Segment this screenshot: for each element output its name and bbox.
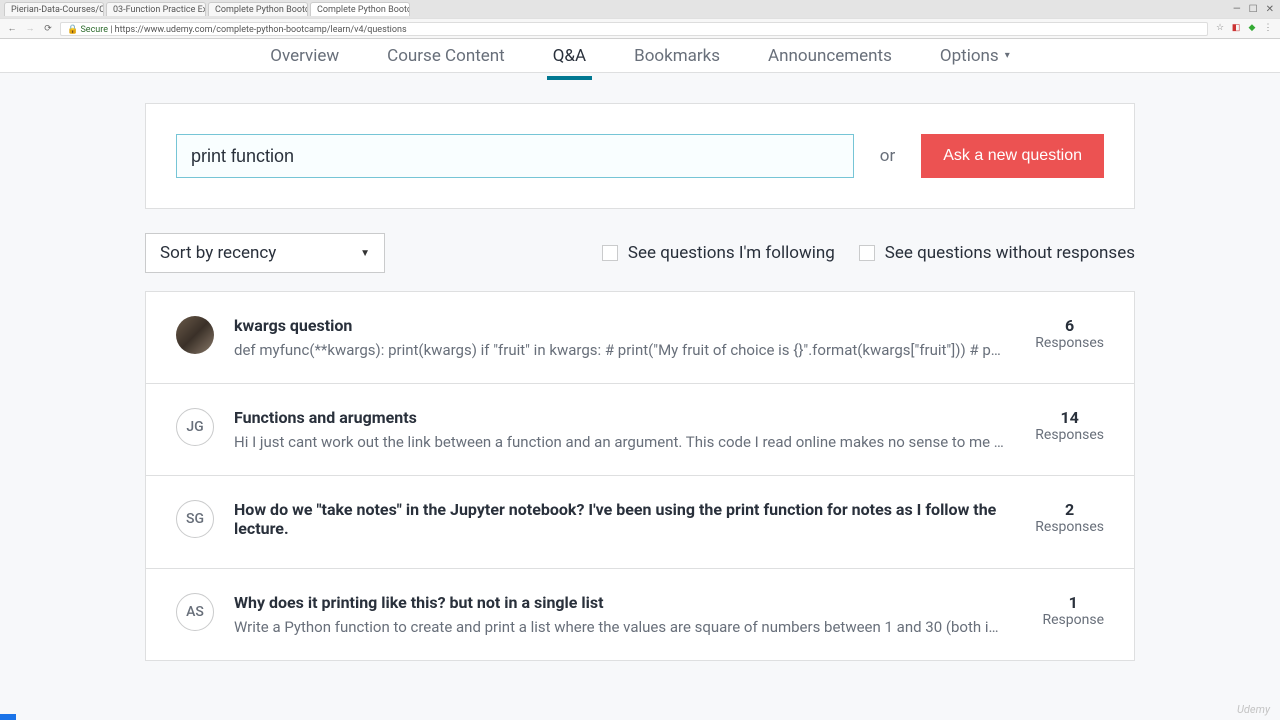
menu-icon[interactable]: ⋮ bbox=[1262, 23, 1274, 35]
avatar: JG bbox=[176, 408, 214, 446]
browser-tab[interactable]: Complete Python Bootc × bbox=[208, 2, 308, 16]
question-title: How do we "take notes" in the Jupyter no… bbox=[234, 500, 1015, 538]
nav-bookmarks[interactable]: Bookmarks bbox=[634, 46, 720, 66]
sort-label: Sort by recency bbox=[160, 243, 276, 263]
question-item[interactable]: SG How do we "take notes" in the Jupyter… bbox=[146, 476, 1134, 569]
avatar bbox=[176, 316, 214, 354]
forward-button[interactable]: → bbox=[24, 23, 36, 34]
question-item[interactable]: JG Functions and arugments Hi I just can… bbox=[146, 384, 1134, 476]
reload-button[interactable]: ⟳ bbox=[42, 24, 54, 34]
tab-label: Complete Python Bootc bbox=[215, 5, 308, 15]
browser-tab[interactable]: 03-Function Practice Ex × bbox=[106, 2, 206, 16]
nav-announcements[interactable]: Announcements bbox=[768, 46, 892, 66]
filters-row: Sort by recency ▼ See questions I'm foll… bbox=[145, 233, 1135, 273]
filter-no-responses-label: See questions without responses bbox=[885, 243, 1135, 263]
course-nav: Overview Course Content Q&A Bookmarks An… bbox=[0, 39, 1280, 73]
or-label: or bbox=[880, 146, 895, 166]
filter-following[interactable]: See questions I'm following bbox=[602, 243, 835, 263]
tab-label: Complete Python Bootc bbox=[317, 5, 410, 15]
extension-icon[interactable]: ◧ bbox=[1230, 23, 1242, 35]
question-item[interactable]: kwargs question def myfunc(**kwargs): pr… bbox=[146, 292, 1134, 384]
question-title: Why does it printing like this? but not … bbox=[234, 593, 1022, 612]
chevron-down-icon: ▼ bbox=[360, 248, 370, 259]
watermark: Udemy bbox=[1237, 703, 1270, 716]
extension-icon[interactable]: ◆ bbox=[1246, 23, 1258, 35]
nav-qa[interactable]: Q&A bbox=[553, 46, 586, 66]
tab-strip: Pierian-Data-Courses/C × 03-Function Pra… bbox=[0, 0, 1280, 18]
question-item[interactable]: AS Why does it printing like this? but n… bbox=[146, 569, 1134, 661]
star-icon[interactable]: ☆ bbox=[1214, 23, 1226, 35]
window-close-icon[interactable]: ✕ bbox=[1266, 4, 1274, 15]
browser-chrome: Pierian-Data-Courses/C × 03-Function Pra… bbox=[0, 0, 1280, 39]
checkbox-icon[interactable] bbox=[859, 245, 875, 261]
avatar: SG bbox=[176, 500, 214, 538]
checkbox-icon[interactable] bbox=[602, 245, 618, 261]
question-title: kwargs question bbox=[234, 316, 1015, 335]
url-proto: | https:// bbox=[110, 25, 144, 35]
nav-options[interactable]: Options ▾ bbox=[940, 46, 1010, 66]
search-card: or Ask a new question bbox=[145, 103, 1135, 209]
tab-label: Pierian-Data-Courses/C bbox=[11, 5, 104, 15]
response-count: 2 Responses bbox=[1035, 500, 1104, 535]
filter-no-responses[interactable]: See questions without responses bbox=[859, 243, 1135, 263]
question-title: Functions and arugments bbox=[234, 408, 1015, 427]
ask-question-button[interactable]: Ask a new question bbox=[921, 134, 1104, 178]
tab-label: 03-Function Practice Ex bbox=[113, 5, 206, 15]
question-search-input[interactable] bbox=[176, 134, 854, 178]
filter-following-label: See questions I'm following bbox=[628, 243, 835, 263]
question-snippet: Write a Python function to create and pr… bbox=[234, 618, 1004, 636]
question-list: kwargs question def myfunc(**kwargs): pr… bbox=[145, 291, 1135, 661]
browser-tab[interactable]: Pierian-Data-Courses/C × bbox=[4, 2, 104, 16]
nav-options-label: Options bbox=[940, 46, 999, 66]
chevron-down-icon: ▾ bbox=[1005, 50, 1010, 61]
window-minimize-icon[interactable]: — bbox=[1233, 4, 1241, 15]
response-count: 1 Response bbox=[1042, 593, 1104, 628]
response-count: 6 Responses bbox=[1035, 316, 1104, 351]
question-snippet: Hi I just cant work out the link between… bbox=[234, 433, 1004, 451]
back-button[interactable]: ← bbox=[6, 23, 18, 34]
response-count: 14 Responses bbox=[1035, 408, 1104, 443]
url-input[interactable]: 🔒 Secure | https://www.udemy.com/complet… bbox=[60, 22, 1208, 36]
nav-course-content[interactable]: Course Content bbox=[387, 46, 505, 66]
url-path: www.udemy.com/complete-python-bootcamp/l… bbox=[144, 25, 407, 35]
window-maximize-icon[interactable]: ☐ bbox=[1249, 4, 1258, 15]
url-secure-label: Secure bbox=[80, 25, 108, 35]
browser-tab-active[interactable]: Complete Python Bootc × bbox=[310, 2, 410, 16]
address-bar: ← → ⟳ 🔒 Secure | https://www.udemy.com/c… bbox=[0, 18, 1280, 38]
nav-overview[interactable]: Overview bbox=[270, 46, 339, 66]
question-snippet: def myfunc(**kwargs): print(kwargs) if "… bbox=[234, 341, 1004, 359]
taskbar-indicator bbox=[0, 714, 16, 720]
sort-select[interactable]: Sort by recency ▼ bbox=[145, 233, 385, 273]
avatar: AS bbox=[176, 593, 214, 631]
